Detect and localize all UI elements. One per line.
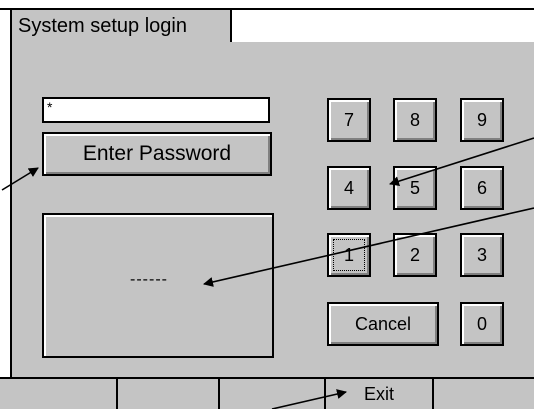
key-9[interactable]: 9 — [460, 98, 504, 142]
cancel-button[interactable]: Cancel — [327, 302, 439, 346]
tab-strip-empty — [232, 10, 534, 42]
bottom-slot-1[interactable] — [0, 379, 118, 409]
bottom-slot-2[interactable] — [118, 379, 220, 409]
password-display-box: ------ — [42, 213, 274, 358]
password-display-text: ------ — [130, 271, 168, 288]
bottom-button-bar: Exit — [0, 377, 534, 409]
key-7[interactable]: 7 — [327, 98, 371, 142]
key-0[interactable]: 0 — [460, 302, 504, 346]
key-2[interactable]: 2 — [393, 233, 437, 277]
key-8[interactable]: 8 — [393, 98, 437, 142]
password-field[interactable]: * — [42, 97, 270, 123]
bottom-slot-5[interactable] — [434, 379, 534, 409]
exit-button[interactable]: Exit — [326, 379, 434, 409]
tab-system-setup-login[interactable]: System setup login — [10, 10, 232, 42]
bottom-slot-3[interactable] — [220, 379, 326, 409]
enter-password-button[interactable]: Enter Password — [42, 132, 272, 176]
key-4[interactable]: 4 — [327, 166, 371, 210]
key-1[interactable]: 1 — [327, 233, 371, 277]
key-3[interactable]: 3 — [460, 233, 504, 277]
key-6[interactable]: 6 — [460, 166, 504, 210]
key-5[interactable]: 5 — [393, 166, 437, 210]
